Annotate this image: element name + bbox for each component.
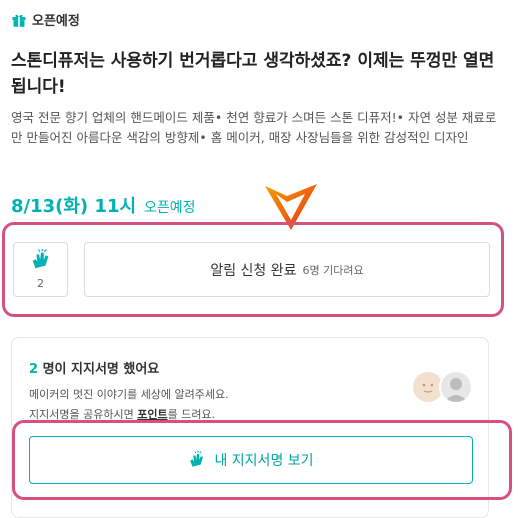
like-count: 2 [37, 277, 44, 290]
open-schedule: 8/13(화) 11시 오픈예정 [11, 192, 196, 218]
notify-button[interactable]: 알림 신청 완료 6명 기다려요 [84, 242, 490, 297]
gift-icon [12, 14, 26, 27]
notify-waiting-count: 6명 기다려요 [302, 263, 364, 277]
like-button[interactable]: 2 [13, 242, 68, 297]
status-row: 오픈예정 [11, 10, 80, 29]
notify-label: 알림 신청 완료 [210, 262, 297, 279]
view-my-support-button[interactable]: 내 지지서명 보기 [29, 436, 473, 484]
project-title: 스톤디퓨저는 사용하기 번거롭다고 생각하셨죠? 이제는 뚜껑만 열면 됩니다! [11, 51, 495, 97]
view-my-support-label: 내 지지서명 보기 [214, 453, 314, 469]
project-description: 영국 전문 향기 업체의 핸드메이드 제품• 천연 향료가 스며든 스톤 디퓨저… [11, 110, 497, 145]
clap-hands-icon [32, 249, 48, 269]
support-count: 2 [29, 362, 39, 377]
clap-hands-icon [190, 451, 204, 467]
avatar [439, 370, 473, 404]
open-date: 8/13(화) 11시 [11, 196, 137, 217]
support-title-text: 명이 지지서명 했어요 [38, 362, 160, 377]
supporter-avatars [411, 370, 479, 406]
open-tag: 오픈예정 [144, 200, 196, 216]
user-silhouette-icon [444, 378, 468, 402]
support-description: 메이커의 멋진 이야기를 세상에 알려주세요. 지지서명을 공유하시면 포인트를… [29, 385, 229, 425]
status-label: 오픈예정 [32, 14, 80, 29]
support-title: 2 명이 지지서명 했어요 [29, 358, 159, 377]
support-line-1: 메이커의 멋진 이야기를 세상에 알려주세요. [29, 388, 229, 401]
